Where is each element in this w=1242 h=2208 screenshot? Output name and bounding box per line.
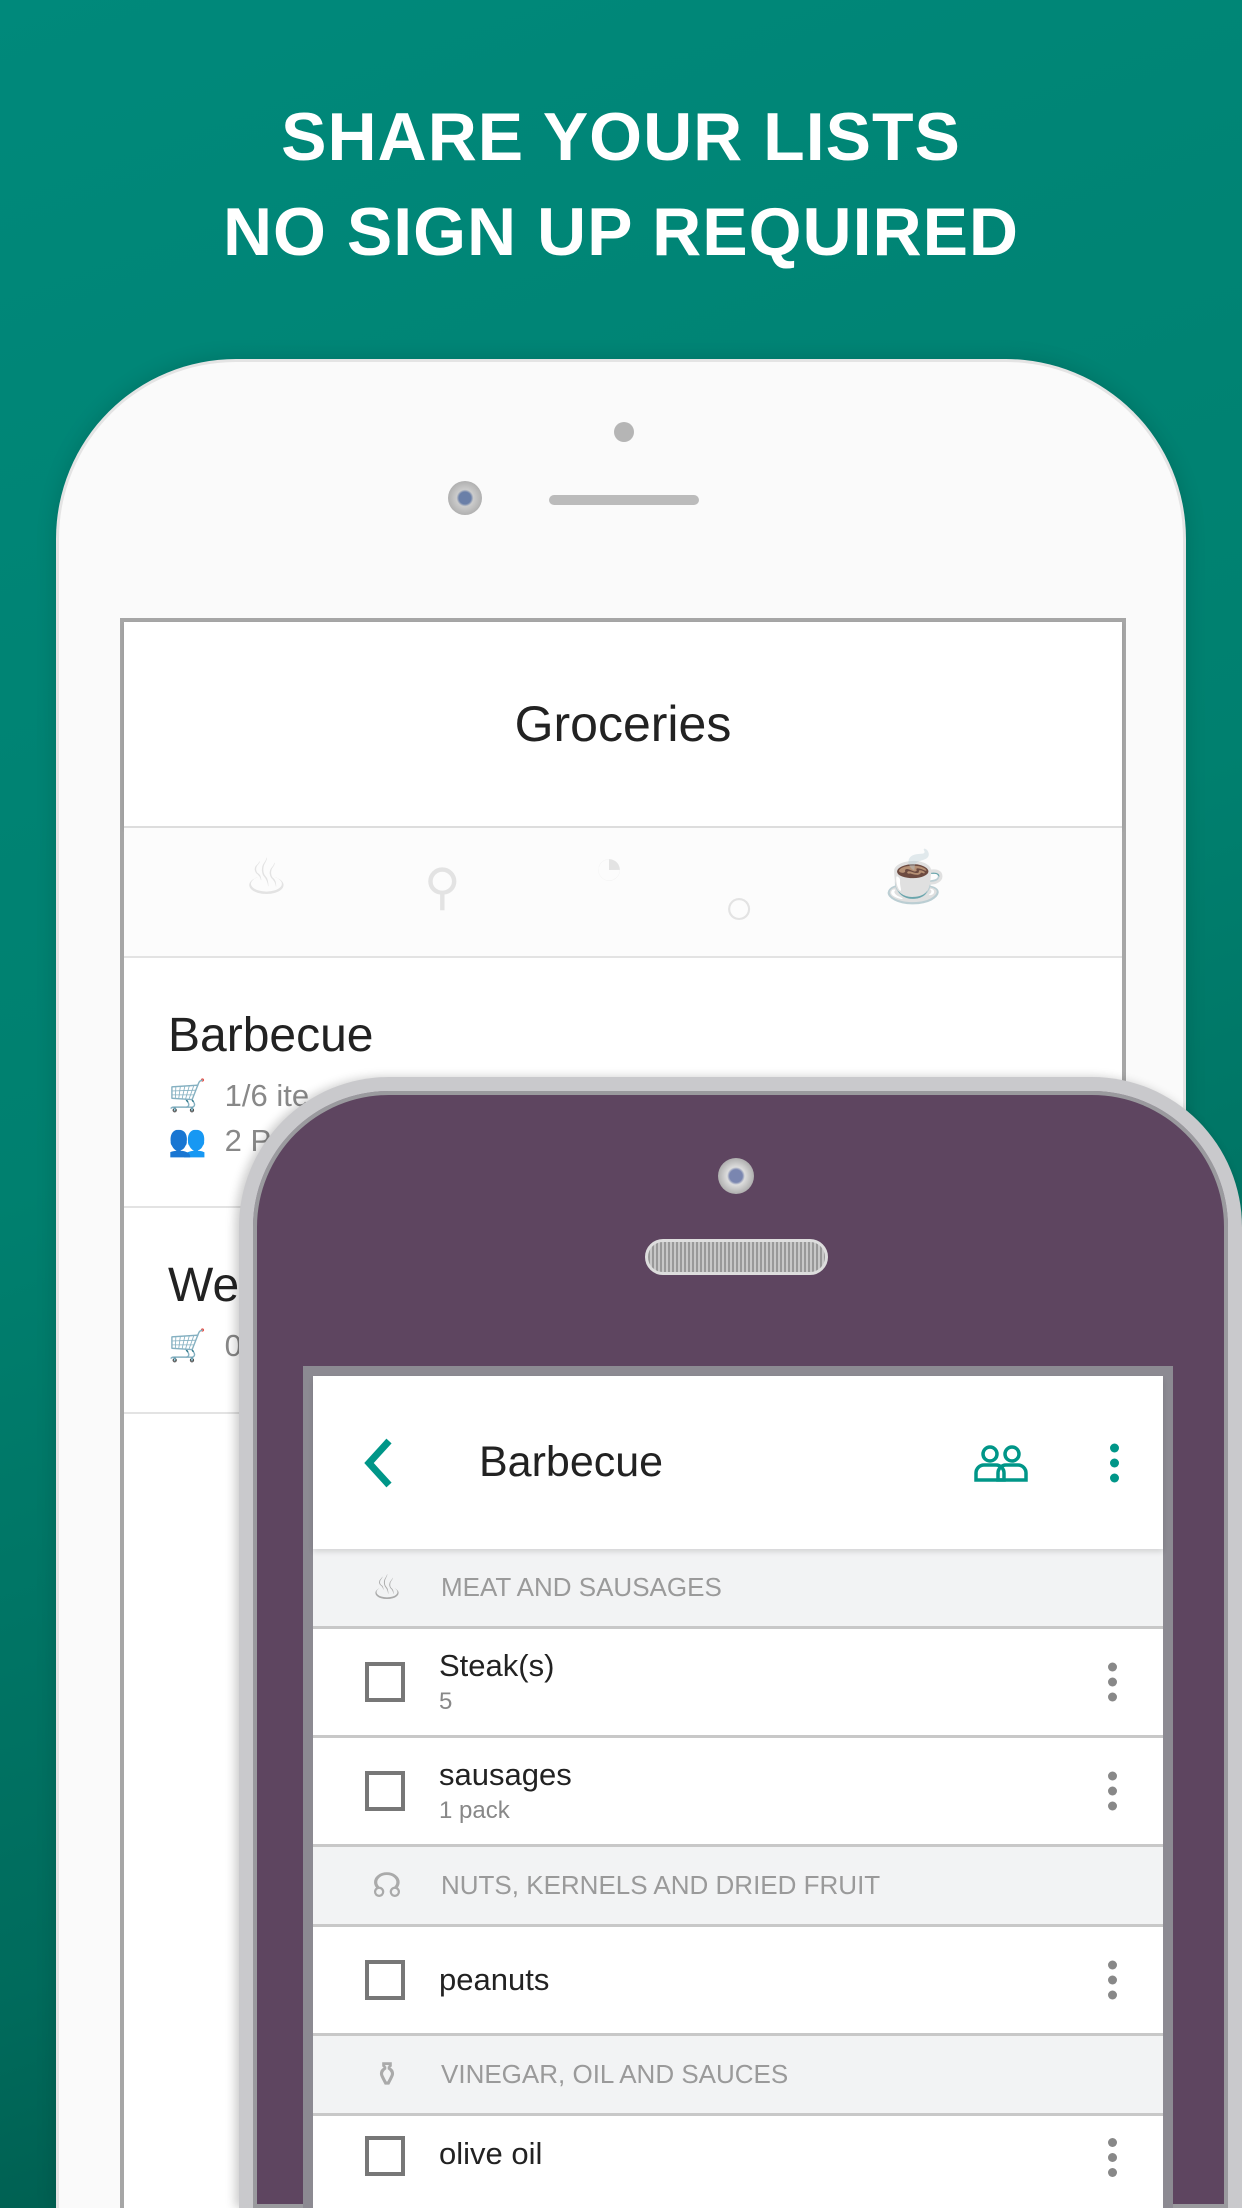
item-quantity: 1 pack	[439, 1797, 510, 1824]
checkbox[interactable]	[365, 1771, 405, 1811]
more-vertical-icon[interactable]	[1108, 1771, 1117, 1811]
more-vertical-icon[interactable]	[1108, 2138, 1117, 2177]
item-name: olive oil	[439, 2136, 543, 2171]
headline-line-1: SHARE YOUR LISTS	[281, 99, 961, 175]
food-pattern-banner: ♨ ⚲ ◔ ○ ☕	[124, 828, 1122, 958]
category-name: MEAT AND SAUSAGES	[441, 1572, 722, 1602]
more-vertical-icon[interactable]	[1108, 1960, 1117, 2000]
peanut-icon: ☊	[371, 1866, 403, 1905]
front-phone-screen: Barbecue ♨ MEAT AND SAUSAGES Steak(s) 5 sa…	[303, 1366, 1173, 2208]
checkbox[interactable]	[365, 2136, 405, 2176]
sensor-dot	[614, 422, 634, 442]
category-header: ⚱ VINEGAR, OIL AND SAUCES	[313, 2036, 1163, 2116]
steak-icon: ♨	[371, 1568, 403, 1607]
app-header: Barbecue	[313, 1376, 1163, 1549]
item-name: peanuts	[439, 1962, 550, 1997]
people-icon: 👥	[168, 1123, 207, 1158]
category-header: ♨ MEAT AND SAUSAGES	[313, 1549, 1163, 1629]
list-title: Barbecue	[479, 1438, 664, 1486]
category-name: VINEGAR, OIL AND SAUCES	[441, 2059, 789, 2089]
page-title: Groceries	[124, 622, 1122, 828]
more-vertical-icon[interactable]	[1110, 1443, 1119, 1482]
cart-icon: 🛒	[168, 1078, 207, 1113]
speaker-grille	[549, 495, 699, 505]
camera-icon	[718, 1158, 754, 1194]
item-quantity: 5	[439, 1688, 453, 1715]
list-item[interactable]: sausages 1 pack	[313, 1738, 1163, 1847]
cart-icon: 🛒	[168, 1328, 207, 1363]
headline-line-2: NO SIGN UP REQUIRED	[222, 194, 1020, 270]
camera-icon	[448, 481, 482, 515]
chevron-left-icon[interactable]	[361, 1437, 395, 1489]
group-icon[interactable]	[973, 1444, 1029, 1482]
list-item[interactable]: olive oil	[313, 2116, 1163, 2198]
category-name: NUTS, KERNELS AND DRIED FRUIT	[441, 1870, 881, 1900]
checkbox[interactable]	[365, 1960, 405, 2000]
speaker-grille	[645, 1239, 828, 1275]
list-name: Barbecue	[168, 1009, 374, 1062]
category-header: ☊ NUTS, KERNELS AND DRIED FRUIT	[313, 1847, 1163, 1927]
list-item[interactable]: Steak(s) 5	[313, 1629, 1163, 1738]
checkbox[interactable]	[365, 1662, 405, 1702]
item-name: sausages	[439, 1757, 572, 1792]
item-name: Steak(s)	[439, 1648, 555, 1683]
oil-bottle-icon: ⚱	[372, 2055, 402, 2094]
list-item[interactable]: peanuts	[313, 1927, 1163, 2036]
more-vertical-icon[interactable]	[1108, 1662, 1117, 1702]
